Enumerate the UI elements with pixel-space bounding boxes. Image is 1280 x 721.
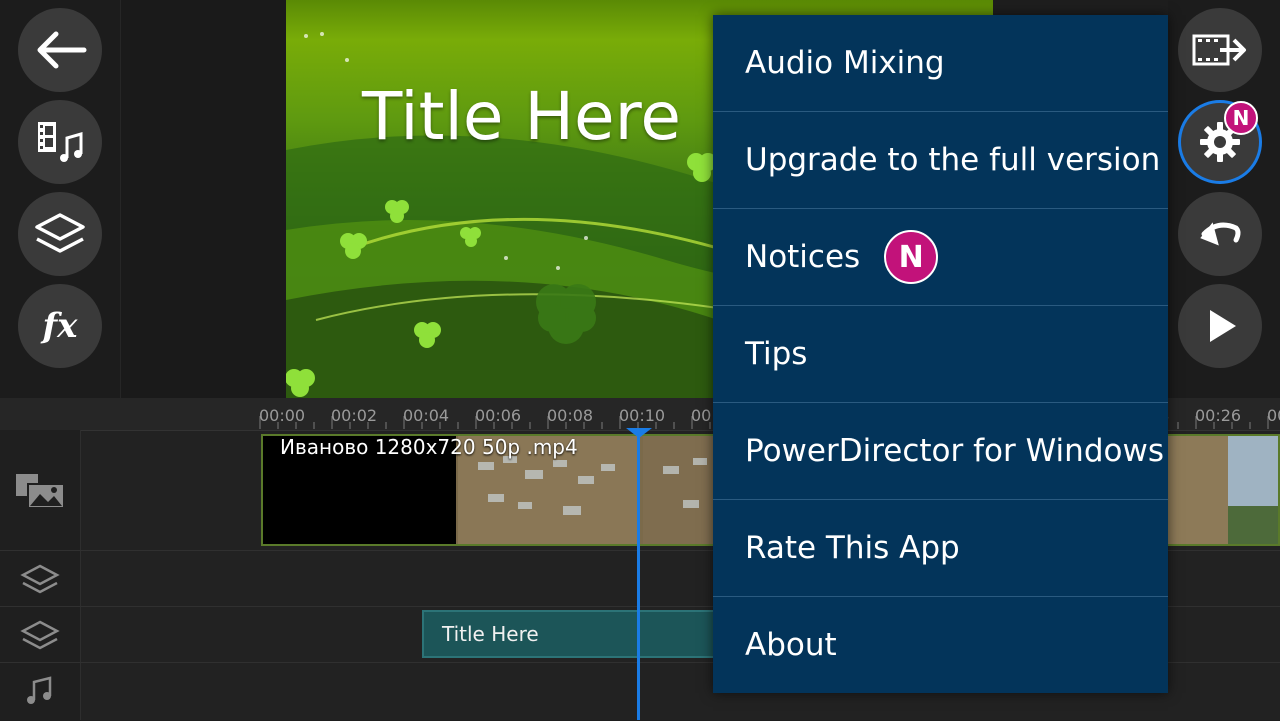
- undo-icon: [1200, 222, 1241, 246]
- menu-item-label: Notices: [745, 239, 861, 275]
- playhead-handle[interactable]: [626, 428, 652, 438]
- music-note-icon: [27, 676, 52, 704]
- menu-item-rate-app[interactable]: Rate This App: [713, 500, 1168, 597]
- video-clip-label: Иваново 1280x720 50p .mp4: [280, 435, 578, 459]
- left-toolbar: fx: [0, 0, 120, 398]
- menu-item-audio-mixing[interactable]: Audio Mixing: [713, 15, 1168, 112]
- play-button[interactable]: [1178, 284, 1262, 368]
- layers-button[interactable]: [18, 192, 102, 276]
- title-track-icon: [20, 620, 60, 650]
- ruler-tick-label: 00:04: [403, 406, 450, 425]
- ruler-tick-label: 00:10: [619, 406, 666, 425]
- back-button[interactable]: [18, 8, 102, 92]
- arrow-left-icon: [37, 31, 87, 69]
- layers-icon: [35, 213, 85, 253]
- film-music-icon: [38, 122, 83, 162]
- preview-title-text: Title Here: [362, 78, 681, 155]
- menu-item-about[interactable]: About: [713, 597, 1168, 693]
- right-toolbar: N: [1168, 0, 1280, 398]
- menu-item-label: Tips: [745, 336, 808, 372]
- fx-icon: fx: [42, 306, 78, 346]
- playhead[interactable]: [637, 430, 640, 720]
- menu-item-upgrade[interactable]: Upgrade to the full version: [713, 112, 1168, 209]
- play-icon: [1210, 310, 1236, 342]
- menu-item-label: About: [745, 627, 837, 663]
- ruler-tick-label: 00:02: [331, 406, 378, 425]
- menu-item-label: Upgrade to the full version: [745, 142, 1161, 178]
- menu-item-notices[interactable]: Notices N: [713, 209, 1168, 306]
- export-button[interactable]: [1178, 8, 1262, 92]
- overlay-track-icon: [20, 564, 60, 594]
- menu-item-tips[interactable]: Tips: [713, 306, 1168, 403]
- settings-menu: Audio Mixing Upgrade to the full version…: [713, 15, 1168, 693]
- ruler-tick-label: 00:00: [259, 406, 306, 425]
- undo-button[interactable]: [1178, 192, 1262, 276]
- ruler-tick-label: 00:28: [1267, 406, 1280, 425]
- title-clip-label: Title Here: [442, 622, 539, 646]
- menu-item-label: Rate This App: [745, 530, 960, 566]
- ruler-tick-label: 00:06: [475, 406, 522, 425]
- ruler-tick-label: 00:08: [547, 406, 594, 425]
- preview-margin: [120, 0, 287, 398]
- video-track-icon: [16, 474, 65, 509]
- ruler-tick-label: 00:26: [1195, 406, 1242, 425]
- menu-item-label: Audio Mixing: [745, 45, 945, 81]
- effects-button[interactable]: fx: [18, 284, 102, 368]
- notices-badge: N: [884, 230, 939, 284]
- media-library-button[interactable]: [18, 100, 102, 184]
- menu-item-powerdirector-windows[interactable]: PowerDirector for Windows: [713, 403, 1168, 500]
- film-export-icon: [1192, 34, 1246, 66]
- menu-item-label: PowerDirector for Windows: [745, 433, 1164, 469]
- settings-notice-badge: N: [1224, 101, 1258, 135]
